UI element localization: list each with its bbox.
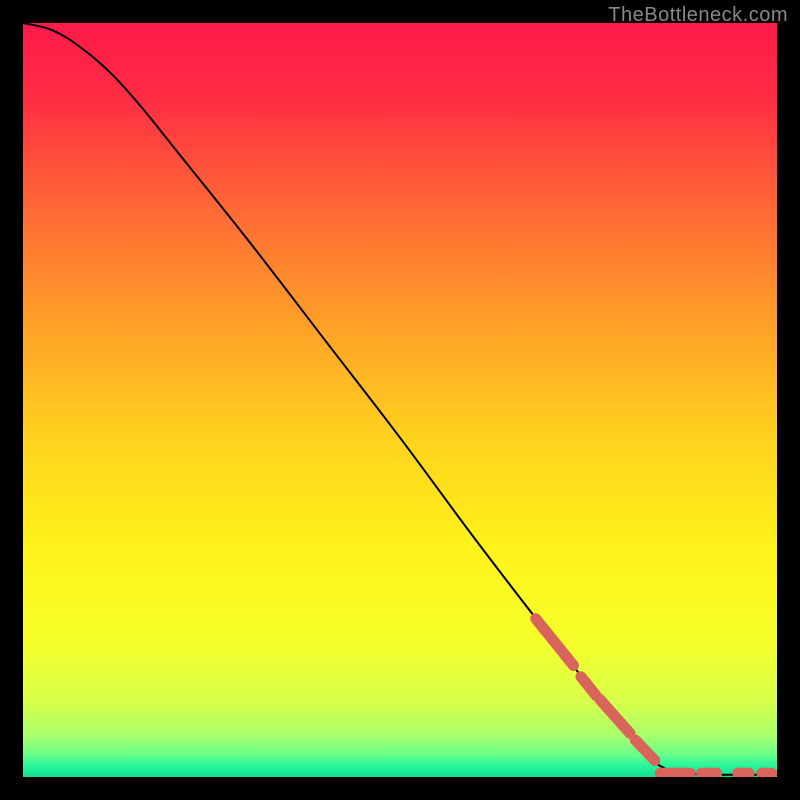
gradient-background (23, 23, 777, 777)
plot-area (23, 23, 777, 777)
attribution-text: TheBottleneck.com (608, 4, 788, 27)
chart-container: TheBottleneck.com (0, 0, 800, 800)
chart-svg (23, 23, 777, 777)
